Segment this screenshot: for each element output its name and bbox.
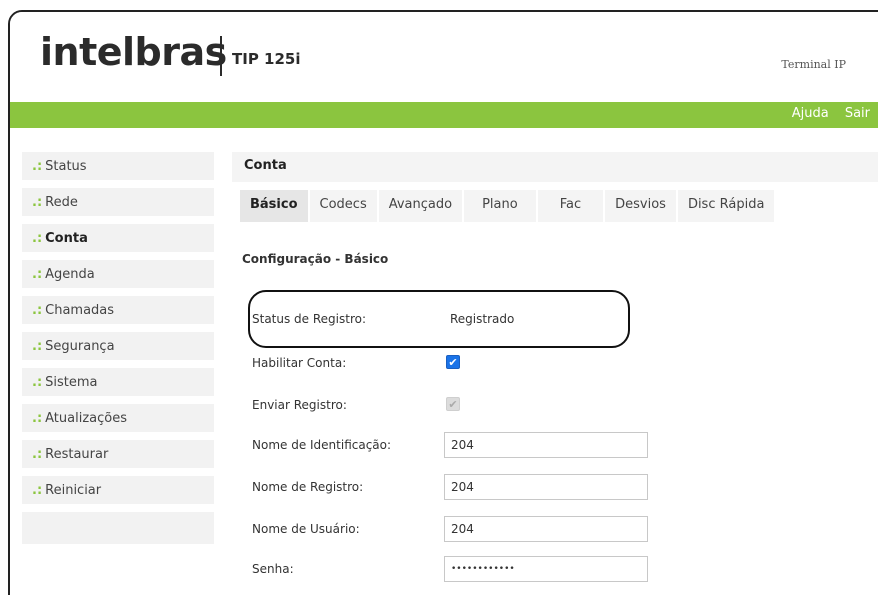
row-identification-name: Nome de Identificação: 204 [232, 432, 878, 460]
menu-bullet-icon: .: [32, 267, 43, 282]
sidebar-item-label: Chamadas [45, 303, 115, 318]
sidebar-item-label: Atualizações [45, 411, 127, 426]
exit-link[interactable]: Sair [845, 106, 870, 121]
sidebar-item-status[interactable]: .: Status [22, 152, 214, 180]
tab-fac[interactable]: Fac [537, 190, 604, 222]
tab-bar: Básico Codecs Avançado Plano Fac Desvios… [240, 190, 776, 222]
sidebar-filler [22, 512, 214, 544]
row-password: Senha: •••••••••••• [232, 556, 878, 584]
send-registration-label: Enviar Registro: [252, 398, 347, 412]
intelbras-logo: intelbras [40, 30, 227, 74]
tab-desvios[interactable]: Desvios [605, 190, 676, 222]
sidebar-item-label: Rede [45, 195, 78, 210]
sidebar-item-label: Segurança [45, 339, 115, 354]
browser-frame: intelbras TIP 125i Terminal IP Ajuda Sai… [8, 10, 878, 595]
terminal-label: Terminal IP [781, 58, 846, 71]
help-link[interactable]: Ajuda [792, 106, 829, 121]
tab-disc-rapida[interactable]: Disc Rápida [677, 190, 775, 222]
sidebar-item-agenda[interactable]: .: Agenda [22, 260, 214, 288]
form-title: Configuração - Básico [242, 252, 389, 266]
user-name-label: Nome de Usuário: [252, 522, 360, 536]
top-links: Ajuda Sair [780, 106, 870, 121]
top-nav-bar: Ajuda Sair [10, 102, 878, 128]
device-model: TIP 125i [232, 50, 301, 68]
menu-bullet-icon: .: [32, 195, 43, 210]
enable-account-checkbox[interactable]: ✔ [446, 355, 460, 369]
sidebar-item-label: Conta [45, 231, 88, 246]
menu-bullet-icon: .: [32, 375, 43, 390]
sidebar-item-label: Restaurar [45, 447, 109, 462]
row-registration-name: Nome de Registro: 204 [232, 474, 878, 502]
tab-codecs[interactable]: Codecs [309, 190, 377, 222]
menu-bullet-icon: .: [32, 231, 43, 246]
sidebar-item-atualizacoes[interactable]: .: Atualizações [22, 404, 214, 432]
identification-name-label: Nome de Identificação: [252, 438, 392, 452]
sidebar-item-label: Status [45, 159, 87, 174]
row-enable-account: Habilitar Conta: ✔ [232, 350, 878, 378]
sidebar-item-label: Agenda [45, 267, 95, 282]
row-send-registration: Enviar Registro: ✔ [232, 392, 878, 420]
tab-basico[interactable]: Básico [240, 190, 308, 222]
sidebar-item-seguranca[interactable]: .: Segurança [22, 332, 214, 360]
row-user-name: Nome de Usuário: 204 [232, 516, 878, 544]
password-label: Senha: [252, 562, 294, 576]
registration-status-label: Status de Registro: [252, 312, 367, 326]
user-name-input[interactable]: 204 [444, 516, 648, 542]
main-content: Conta Básico Codecs Avançado Plano Fac D… [232, 152, 878, 582]
identification-name-input[interactable]: 204 [444, 432, 648, 458]
menu-bullet-icon: .: [32, 159, 43, 174]
registration-name-label: Nome de Registro: [252, 480, 364, 494]
menu-bullet-icon: .: [32, 483, 43, 498]
menu-bullet-icon: .: [32, 303, 43, 318]
sidebar-item-label: Sistema [45, 375, 98, 390]
sidebar-item-reiniciar[interactable]: .: Reiniciar [22, 476, 214, 504]
section-title: Conta [232, 152, 878, 182]
menu-bullet-icon: .: [32, 411, 43, 426]
enable-account-label: Habilitar Conta: [252, 356, 347, 370]
sidebar-menu: .: Status .: Rede .: Conta .: Agenda .: Chama… [22, 152, 214, 544]
sidebar-item-chamadas[interactable]: .: Chamadas [22, 296, 214, 324]
tab-plano[interactable]: Plano [464, 190, 536, 222]
checkmark-icon: ✔ [448, 355, 458, 369]
sidebar-item-conta[interactable]: .: Conta [22, 224, 214, 252]
password-input[interactable]: •••••••••••• [444, 556, 648, 582]
checkmark-icon: ✔ [448, 397, 458, 411]
sidebar-item-rede[interactable]: .: Rede [22, 188, 214, 216]
menu-bullet-icon: .: [32, 339, 43, 354]
sidebar-item-sistema[interactable]: .: Sistema [22, 368, 214, 396]
sidebar-item-label: Reiniciar [45, 483, 102, 498]
send-registration-checkbox: ✔ [446, 397, 460, 411]
logo-separator [220, 36, 222, 76]
menu-bullet-icon: .: [32, 447, 43, 462]
sidebar-item-restaurar[interactable]: .: Restaurar [22, 440, 214, 468]
tab-avancado[interactable]: Avançado [378, 190, 463, 222]
registration-name-input[interactable]: 204 [444, 474, 648, 500]
page-header: intelbras TIP 125i Terminal IP [10, 12, 878, 102]
registration-status-value: Registrado [450, 312, 515, 326]
row-registration-status: Status de Registro: Registrado [232, 306, 878, 334]
